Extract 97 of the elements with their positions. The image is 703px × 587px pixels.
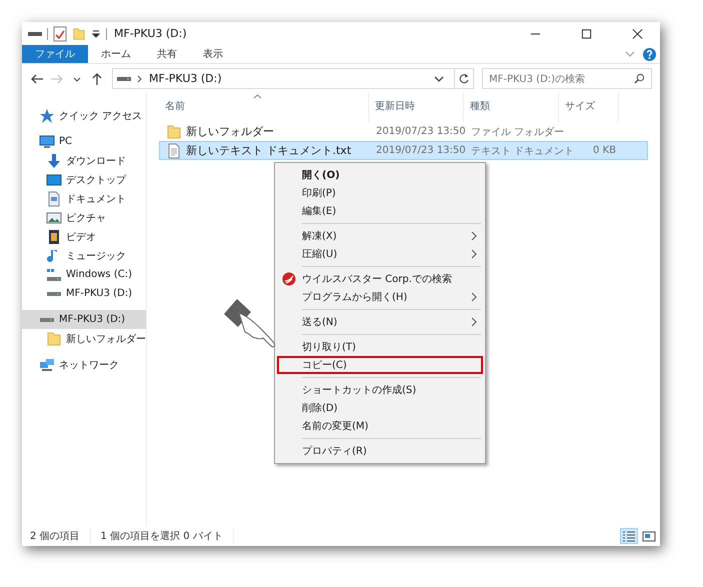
up-arrow-icon[interactable] bbox=[90, 72, 104, 86]
drive-icon bbox=[46, 266, 62, 282]
table-cell: 2019/07/23 13:50 bbox=[376, 145, 466, 156]
column-header[interactable]: 名前 bbox=[159, 92, 369, 122]
address-bar[interactable]: MF-PKU3 (D:) bbox=[112, 68, 474, 89]
chevron-right-icon bbox=[471, 292, 477, 302]
sidebar-label: ビデオ bbox=[66, 230, 96, 244]
sidebar-label: ピクチャ bbox=[66, 212, 106, 224]
menu-item[interactable]: 削除(D) bbox=[277, 399, 483, 417]
network-icon bbox=[39, 356, 55, 372]
sidebar-item[interactable]: MF-PKU3 (D:) bbox=[22, 310, 146, 329]
menu-item[interactable]: コピー(C) bbox=[277, 356, 483, 374]
properties-icon[interactable] bbox=[53, 26, 67, 42]
star-icon bbox=[39, 108, 55, 124]
sidebar-item[interactable]: ダウンロード bbox=[22, 151, 146, 170]
sidebar-label: ネットワーク bbox=[59, 358, 119, 372]
document-icon bbox=[46, 190, 62, 206]
column-header[interactable]: 種類 bbox=[464, 92, 559, 122]
picture-icon bbox=[46, 210, 62, 226]
table-cell-text: テキスト ドキュメント bbox=[471, 144, 574, 158]
search-field[interactable]: MF-PKU3 (D:)の検索 bbox=[482, 68, 652, 89]
large-icons-view-icon bbox=[642, 530, 656, 542]
file-row[interactable]: 新しいフォルダー 2019/07/23 13:50 ファイル フォルダー bbox=[159, 122, 648, 141]
menu-item[interactable]: プロパティ(R) bbox=[277, 442, 483, 460]
file-row[interactable]: 新しいテキスト ドキュメント.txt 2019/07/23 13:50 テキスト ドキュメント 0 KB bbox=[159, 141, 648, 160]
sidebar-label: ミュージック bbox=[66, 250, 126, 262]
sidebar-label: MF-PKU3 (D:) bbox=[66, 288, 132, 299]
drive-icon bbox=[46, 290, 62, 296]
sidebar-label: MF-PKU3 (D:) bbox=[59, 314, 126, 325]
sidebar-label: クイック アクセス bbox=[59, 110, 142, 122]
status-text: 2 個の項目 bbox=[30, 529, 91, 543]
sidebar-label: デスクトップ bbox=[66, 174, 126, 186]
menu-item[interactable]: 名前の変更(M) bbox=[277, 417, 483, 435]
drive-icon bbox=[117, 76, 131, 80]
sidebar-item[interactable]: ネットワーク bbox=[22, 355, 146, 374]
table-cell: 2019/07/23 13:50 bbox=[376, 126, 466, 137]
down-arrow-icon bbox=[46, 152, 62, 168]
pointing-hand-drawing bbox=[223, 296, 277, 348]
sidebar-label: 新しいフォルダー bbox=[66, 332, 146, 346]
menu-item[interactable]: 開く(O) bbox=[277, 166, 483, 184]
sidebar-item[interactable]: MF-PKU3 (D:) bbox=[22, 284, 146, 303]
search-icon bbox=[634, 73, 645, 84]
dropdown-icon[interactable] bbox=[91, 28, 101, 38]
sidebar-label: PC bbox=[59, 136, 72, 147]
table-cell-text: ファイル フォルダー bbox=[471, 126, 564, 138]
sidebar-item[interactable]: ドキュメント bbox=[22, 189, 146, 208]
ribbon-tab[interactable]: 共有 bbox=[144, 45, 190, 63]
ribbon-tab[interactable]: ファイル bbox=[22, 45, 88, 63]
column-header[interactable]: 更新日時 bbox=[369, 92, 464, 122]
menu-item[interactable]: ウイルスバスター Corp.での検索 bbox=[277, 270, 483, 288]
maximize-icon[interactable] bbox=[580, 28, 592, 38]
sidebar-item[interactable]: デスクトップ bbox=[22, 170, 146, 189]
sidebar-label: ダウンロード bbox=[66, 154, 126, 168]
sidebar-item[interactable]: ミュージック bbox=[22, 246, 146, 265]
menu-item[interactable]: ショートカットの作成(S) bbox=[277, 381, 483, 399]
search-placeholder: MF-PKU3 (D:)の検索 bbox=[489, 72, 586, 86]
window-title: MF-PKU3 (D:) bbox=[114, 27, 187, 40]
monitor-icon bbox=[39, 134, 55, 150]
column-header[interactable]: サイズ bbox=[559, 92, 619, 122]
back-arrow-icon[interactable] bbox=[30, 72, 44, 86]
drive-icon bbox=[39, 316, 55, 322]
chevron-right-icon bbox=[137, 74, 143, 82]
film-icon bbox=[46, 228, 62, 244]
menu-item[interactable]: 圧縮(U) bbox=[277, 245, 483, 263]
details-view-icon bbox=[622, 530, 636, 542]
sidebar-item[interactable]: クイック アクセス bbox=[22, 106, 146, 125]
details-view-button[interactable] bbox=[620, 528, 638, 544]
swirl-icon bbox=[282, 272, 296, 286]
close-icon[interactable] bbox=[632, 28, 642, 38]
sidebar-item[interactable]: Windows (C:) bbox=[22, 265, 146, 284]
ribbon-tab[interactable]: ホーム bbox=[88, 45, 144, 63]
menu-item[interactable]: 送る(N) bbox=[277, 313, 483, 331]
file-name: 新しいフォルダー bbox=[186, 124, 274, 139]
refresh-icon[interactable] bbox=[458, 72, 470, 84]
sidebar-item[interactable]: PC bbox=[22, 132, 146, 151]
sidebar-label: Windows (C:) bbox=[66, 269, 132, 280]
table-cell: 0 KB bbox=[593, 145, 616, 156]
help-icon[interactable] bbox=[643, 48, 656, 60]
menu-item[interactable]: 切り取り(T) bbox=[277, 338, 483, 356]
desktop-icon bbox=[46, 172, 62, 188]
text-file-icon bbox=[166, 142, 182, 158]
menu-item[interactable]: 解凍(X) bbox=[277, 227, 483, 245]
file-name: 新しいテキスト ドキュメント.txt bbox=[186, 143, 352, 158]
sidebar-item[interactable]: ピクチャ bbox=[22, 208, 146, 227]
sidebar-item[interactable]: 新しいフォルダー bbox=[22, 329, 146, 348]
sort-caret-icon bbox=[253, 94, 262, 99]
ribbon-tab[interactable]: 表示 bbox=[190, 45, 236, 63]
chevron-down-icon[interactable] bbox=[434, 74, 444, 82]
status-text: 1 個の項目を選択 0 バイト bbox=[100, 529, 234, 543]
chevron-right-icon bbox=[471, 317, 477, 327]
sidebar-label: ドキュメント bbox=[66, 192, 126, 206]
address-segment[interactable]: MF-PKU3 (D:) bbox=[149, 72, 222, 85]
menu-item[interactable]: 編集(E) bbox=[277, 202, 483, 220]
menu-item[interactable]: プログラムから開く(H) bbox=[277, 288, 483, 306]
drive-icon bbox=[28, 32, 42, 36]
sidebar-item[interactable]: ビデオ bbox=[22, 227, 146, 246]
menu-item[interactable]: 印刷(P) bbox=[277, 184, 483, 202]
